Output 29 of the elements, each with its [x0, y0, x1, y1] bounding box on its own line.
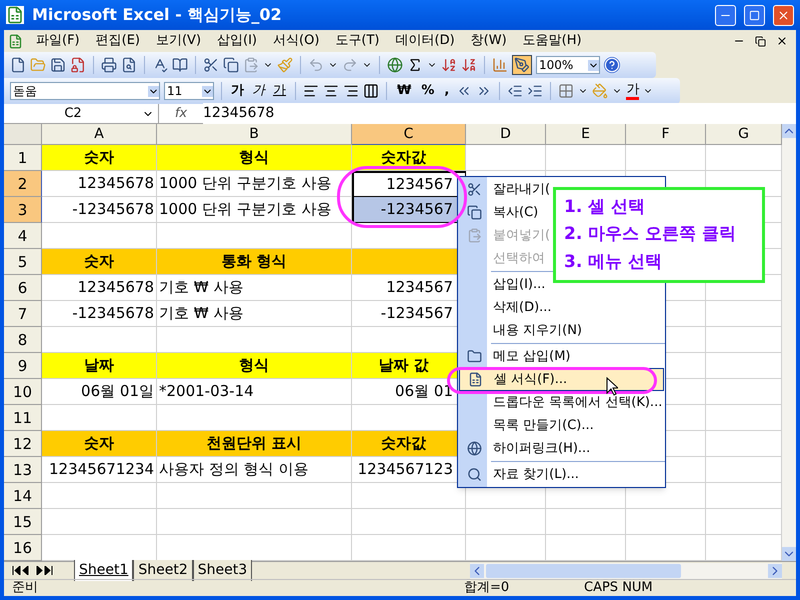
- table-cell: 날짜: [42, 353, 157, 379]
- status-mode: 준비: [11, 579, 39, 598]
- table-cell: 1000 단위 구분기호 사용: [157, 197, 352, 223]
- table-cell: 숫자값: [352, 145, 466, 171]
- table-cell: -12345678: [42, 301, 157, 327]
- table-cell: -12345678: [42, 197, 157, 223]
- table-cell: 통화 형식: [157, 249, 352, 275]
- instruction-text: 3. 메뉴 선택: [564, 250, 662, 274]
- table-cell: 12345678: [42, 171, 157, 197]
- table-cell: 1000 단위 구분기호 사용: [157, 171, 352, 197]
- instruction-text: 1. 셀 선택: [564, 196, 646, 219]
- table-cell: 숫자: [42, 249, 157, 275]
- table-cell: 숫자: [42, 145, 157, 171]
- table-cell: 천원단위 표시: [157, 431, 352, 457]
- table-cell: 06월 01일: [42, 379, 157, 405]
- table-cell: 기호 ₩ 사용: [157, 275, 352, 301]
- status-sum: 합계=0: [464, 579, 510, 598]
- status-indicators: CAPS NUM: [584, 579, 653, 598]
- table-cell: 숫자: [42, 431, 157, 457]
- table-cell: 형식: [157, 353, 352, 379]
- table-cell: 사용자 정의 형식 이용: [157, 457, 352, 483]
- table-cell: *2001-03-14: [157, 379, 352, 405]
- table-cell: 12345678: [42, 275, 157, 301]
- table-cell: 형식: [157, 145, 352, 171]
- instruction-text: 2. 마우스 오른쪽 클릭: [564, 223, 736, 246]
- table-cell: 기호 ₩ 사용: [157, 301, 352, 327]
- window-title: Microsoft Excel - 핵심기능_02: [32, 4, 283, 26]
- table-cell: 12345671234: [42, 457, 157, 483]
- table-cell: 1234567: [352, 171, 466, 197]
